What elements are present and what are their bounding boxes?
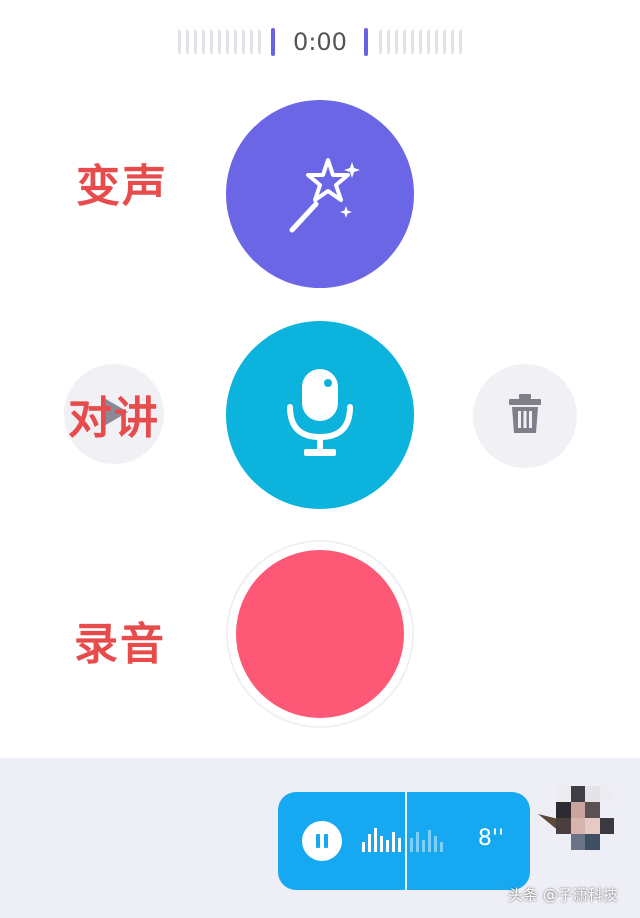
talk-button[interactable]: [226, 321, 414, 509]
watermark: 头条 @子潇科技: [508, 886, 618, 904]
microphone-icon: [280, 363, 360, 467]
record-button-ring[interactable]: [226, 540, 414, 728]
waveform-icon: [362, 828, 443, 852]
voice-changer-annotation: 变声: [76, 161, 168, 212]
playhead-line: [405, 792, 407, 890]
record-annotation: 录音: [74, 619, 166, 670]
voice-changer-button[interactable]: [226, 100, 414, 288]
trash-icon: [505, 392, 545, 440]
message-duration: 8'': [477, 826, 504, 851]
timer-ticks-right: [379, 30, 462, 54]
pause-button[interactable]: [302, 821, 342, 861]
recording-timer: 0:00: [178, 28, 462, 56]
timer-marker-right: [364, 28, 368, 56]
delete-button[interactable]: [473, 364, 577, 468]
avatar[interactable]: [556, 786, 614, 850]
walkie-talkie-annotation: 对讲: [68, 393, 160, 444]
record-button[interactable]: [236, 550, 404, 718]
voice-message-bubble[interactable]: 8'': [278, 792, 530, 890]
magic-wand-icon: [270, 142, 370, 246]
